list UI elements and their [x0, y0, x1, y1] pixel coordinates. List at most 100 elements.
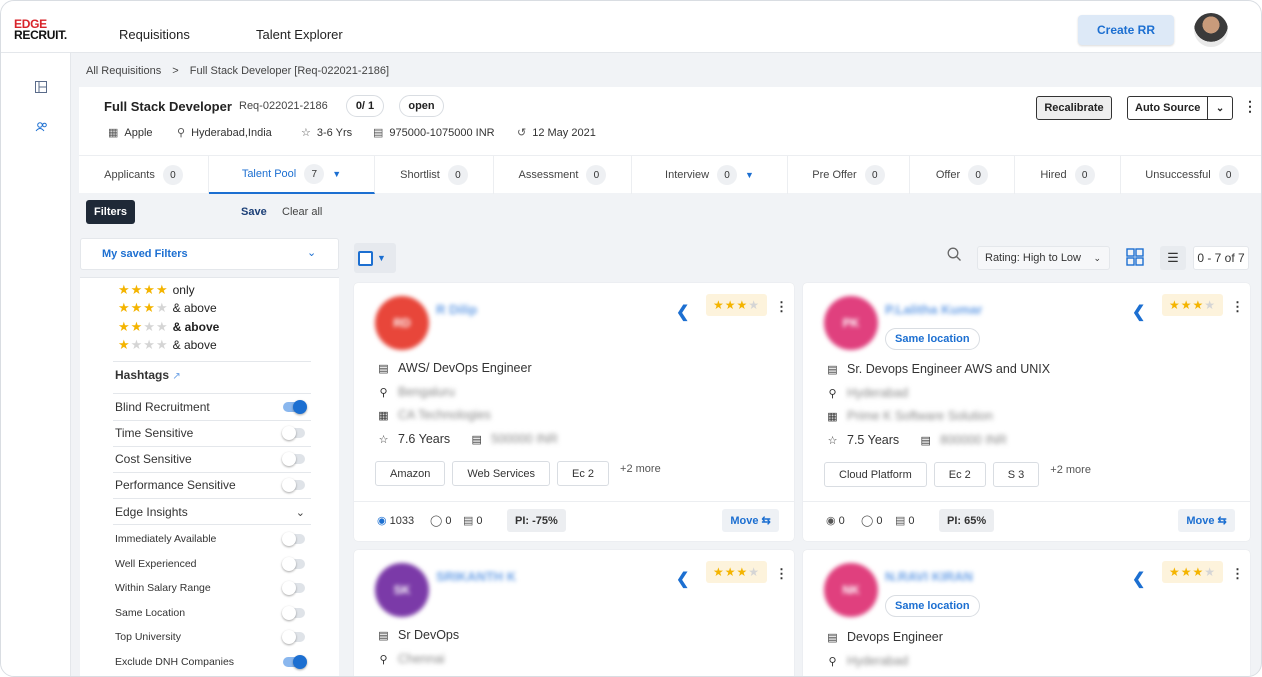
blind-recruitment-toggle[interactable]: [283, 400, 307, 414]
candidate-rating: ★★★ ★: [706, 294, 767, 316]
within-salary-range-row: Within Salary Range: [115, 581, 305, 595]
tab-hired[interactable]: Hired 0: [1015, 156, 1121, 194]
building-icon: ▦: [378, 409, 389, 422]
clear-all-button[interactable]: Clear all: [282, 206, 322, 218]
caret-down-icon[interactable]: ▼: [377, 253, 386, 263]
card-more-options-icon[interactable]: ⋮: [775, 299, 788, 315]
chevron-down-icon[interactable]: ⌄: [1207, 97, 1232, 119]
tab-interview[interactable]: Interview 0 ▼: [632, 156, 788, 194]
briefcase-icon: ▤: [378, 629, 389, 642]
location-pin-icon: ⚲: [828, 387, 837, 400]
exclude-dnh-toggle[interactable]: [283, 655, 307, 669]
job-more-options-icon[interactable]: ⋮: [1243, 98, 1257, 115]
within-salary-range-toggle[interactable]: [282, 581, 305, 595]
candidate-location: Chennai: [398, 652, 445, 666]
skill-chip: Amazon: [375, 461, 446, 486]
nav-requisitions[interactable]: Requisitions: [119, 27, 190, 42]
briefcase-icon: ▤: [895, 515, 906, 527]
candidate-company: Prime K Software Solution: [847, 409, 993, 423]
blind-recruitment-row: Blind Recruitment: [115, 400, 307, 414]
building-icon: ▦: [827, 410, 838, 423]
candidate-avatar: SK: [375, 563, 429, 617]
candidate-card[interactable]: SK SRIKANTH K ❮ ★★★ ★ ⋮ ▤ Sr DevOps ⚲ Chenn…: [354, 550, 794, 676]
save-filters-button[interactable]: Save: [241, 206, 267, 218]
comment-icon: ◯: [861, 515, 874, 527]
sort-dropdown[interactable]: Rating: High to Low ⌄: [977, 246, 1110, 270]
user-avatar[interactable]: [1194, 13, 1228, 47]
candidate-card[interactable]: NK N.RAVI KIRAN Same location ❮ ★★★ ★ ⋮ ▤…: [803, 550, 1250, 676]
caret-down-icon[interactable]: ▼: [332, 169, 341, 179]
app-logo[interactable]: EDGE RECRUIT.: [14, 18, 67, 41]
divider: [113, 361, 311, 362]
tab-assessment[interactable]: Assessment 0: [494, 156, 632, 194]
list-view-icon[interactable]: ☰: [1160, 246, 1186, 270]
job-title: Full Stack Developer: [104, 99, 232, 114]
card-more-options-icon[interactable]: ⋮: [1231, 566, 1244, 582]
time-sensitive-row: Time Sensitive: [115, 426, 305, 440]
trending-icon: ↗: [172, 371, 181, 382]
skill-chip: Web Services: [452, 461, 551, 486]
fill-count-badge: 0/ 1: [346, 95, 384, 117]
stars-icon: ★★★★: [118, 282, 169, 297]
candidate-title: Sr DevOps: [398, 628, 460, 642]
candidate-experience: 7.5 Years: [847, 433, 900, 447]
candidate-name[interactable]: N.RAVI KIRAN: [885, 569, 973, 584]
auto-source-button[interactable]: Auto Source ⌄: [1127, 96, 1233, 120]
select-all-checkbox[interactable]: ▼: [354, 243, 396, 273]
candidate-location: Bengaluru: [398, 385, 455, 399]
candidate-name[interactable]: SRIKANTH K: [436, 569, 516, 584]
tab-pre-offer[interactable]: Pre Offer 0: [788, 156, 910, 194]
users-icon[interactable]: [34, 121, 48, 135]
immediately-available-toggle[interactable]: [282, 532, 305, 546]
create-rr-button[interactable]: Create RR: [1078, 15, 1174, 45]
same-location-toggle[interactable]: [282, 606, 305, 620]
tab-talent-pool[interactable]: Talent Pool 7 ▼: [209, 156, 375, 194]
card-more-options-icon[interactable]: ⋮: [1231, 299, 1244, 315]
jobs-count: 0: [908, 514, 915, 527]
same-location-row: Same Location: [115, 606, 305, 620]
rating-filter-4[interactable]: ★★★★ only: [118, 282, 195, 298]
performance-sensitive-row: Performance Sensitive: [115, 478, 305, 492]
stars-icon: ★★: [118, 319, 144, 334]
candidate-card[interactable]: PK P.Lalitha Kumar Same location ❮ ★★★ ★ …: [803, 283, 1250, 541]
tab-applicants[interactable]: Applicants 0: [79, 156, 209, 194]
candidate-name[interactable]: P.Lalitha Kumar: [885, 302, 982, 317]
tab-shortlist[interactable]: Shortlist 0: [375, 156, 494, 194]
briefcase-icon: ▤: [827, 363, 838, 376]
move-button[interactable]: Move ⇆: [722, 509, 779, 532]
dashboard-icon[interactable]: [34, 81, 48, 95]
rating-filter-2[interactable]: ★★ ★★ & above: [118, 319, 219, 335]
wallet-icon: ▤: [373, 127, 384, 139]
rating-filter-3[interactable]: ★★★ ★ & above: [118, 300, 217, 316]
time-sensitive-toggle[interactable]: [282, 426, 305, 440]
performance-sensitive-toggle[interactable]: [282, 478, 305, 492]
tab-unsuccessful[interactable]: Unsuccessful 0: [1121, 156, 1261, 194]
candidate-name[interactable]: R Dilip: [436, 302, 477, 317]
skill-chip: Cloud Platform: [824, 462, 927, 487]
breadcrumb-all-requisitions[interactable]: All Requisitions: [86, 65, 161, 77]
caret-down-icon[interactable]: ▼: [745, 170, 754, 180]
main-content: All Requisitions > Full Stack Developer …: [79, 53, 1261, 676]
more-skills-link[interactable]: +2 more: [1046, 462, 1091, 476]
tab-offer[interactable]: Offer 0: [910, 156, 1015, 194]
eye-icon: ◉: [377, 515, 387, 527]
move-button[interactable]: Move ⇆: [1178, 509, 1235, 532]
more-skills-link[interactable]: +2 more: [616, 461, 661, 475]
job-date: 12 May 2021: [532, 126, 596, 139]
saved-filters-dropdown[interactable]: My saved Filters ⌄: [80, 238, 339, 270]
grid-view-icon[interactable]: [1126, 248, 1144, 266]
nav-talent-explorer[interactable]: Talent Explorer: [256, 27, 343, 42]
card-more-options-icon[interactable]: ⋮: [775, 566, 788, 582]
chevron-down-icon[interactable]: ⌄: [296, 506, 305, 519]
skill-chip: Ec 2: [557, 461, 610, 486]
edge-insights-header[interactable]: Edge Insights ⌄: [115, 505, 305, 519]
candidate-card[interactable]: RD R Dilip ❮ ★★★ ★ ⋮ ▤ AWS/ DevOps Enginee…: [354, 283, 794, 541]
well-experienced-toggle[interactable]: [282, 557, 305, 571]
filters-button[interactable]: Filters: [86, 200, 135, 224]
top-university-row: Top University: [115, 630, 305, 644]
cost-sensitive-toggle[interactable]: [282, 452, 305, 466]
recalibrate-button[interactable]: Recalibrate: [1036, 96, 1112, 120]
rating-filter-1[interactable]: ★ ★★★ & above: [118, 337, 217, 353]
search-icon[interactable]: [947, 247, 962, 266]
top-university-toggle[interactable]: [282, 630, 305, 644]
